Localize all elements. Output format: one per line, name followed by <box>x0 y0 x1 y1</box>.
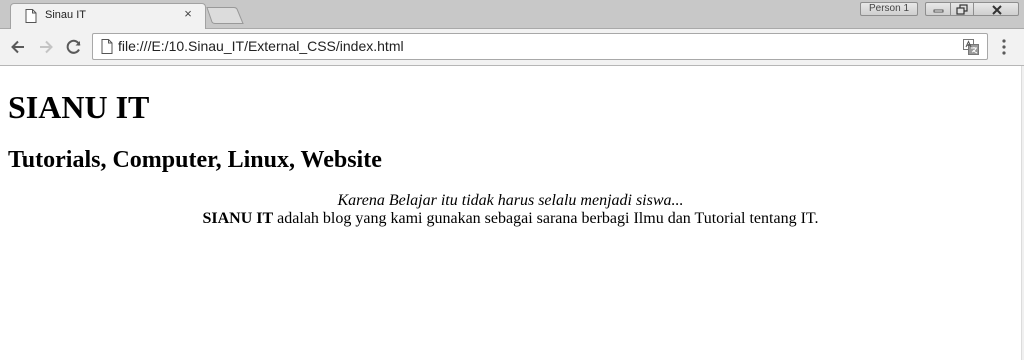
page-info-icon[interactable] <box>101 39 113 54</box>
page-heading: SIANU IT <box>8 89 150 125</box>
url-text[interactable]: file:///E:/10.Sinau_IT/External_CSS/inde… <box>118 38 404 54</box>
profile-button[interactable]: Person 1 <box>860 2 918 16</box>
forward-button[interactable] <box>36 37 56 57</box>
restore-button[interactable] <box>950 2 974 16</box>
page-subheading: Tutorials, Computer, Linux, Website <box>8 147 382 173</box>
translate-icon[interactable] <box>963 39 979 55</box>
reload-button[interactable] <box>64 37 84 57</box>
restore-icon <box>956 4 968 15</box>
new-tab-button[interactable] <box>206 7 244 24</box>
minimize-icon <box>933 9 944 13</box>
arrow-right-icon <box>40 40 53 54</box>
minimize-button[interactable] <box>925 2 951 16</box>
tab-close-icon[interactable]: × <box>181 7 195 21</box>
browser-toolbar: file:///E:/10.Sinau_IT/External_CSS/inde… <box>0 29 1024 66</box>
tab-sinau-it[interactable]: Sinau IT × <box>10 3 206 29</box>
browser-menu-button[interactable] <box>996 37 1012 57</box>
page-viewport: SIANU IT Tutorials, Computer, Linux, Web… <box>0 66 1021 360</box>
close-window-button[interactable] <box>973 2 1019 16</box>
vertical-dots-icon <box>1002 39 1006 55</box>
tab-title: Sinau IT <box>45 9 86 21</box>
description-bold: SIANU IT <box>202 210 274 227</box>
description-rest: adalah blog yang kami gunakan sebagai sa… <box>273 210 819 227</box>
description-text: SIANU IT adalah blog yang kami gunakan s… <box>0 210 1021 228</box>
close-icon <box>992 5 1002 15</box>
arrow-left-icon <box>11 40 24 54</box>
page-icon <box>25 9 37 23</box>
address-bar[interactable]: file:///E:/10.Sinau_IT/External_CSS/inde… <box>92 33 988 60</box>
tagline-text: Karena Belajar itu tidak harus selalu me… <box>337 192 684 209</box>
tab-strip: Sinau IT × Person 1 <box>0 0 1024 29</box>
intro-paragraph: Karena Belajar itu tidak harus selalu me… <box>0 192 1021 228</box>
reload-icon <box>66 39 81 54</box>
back-button[interactable] <box>8 37 28 57</box>
